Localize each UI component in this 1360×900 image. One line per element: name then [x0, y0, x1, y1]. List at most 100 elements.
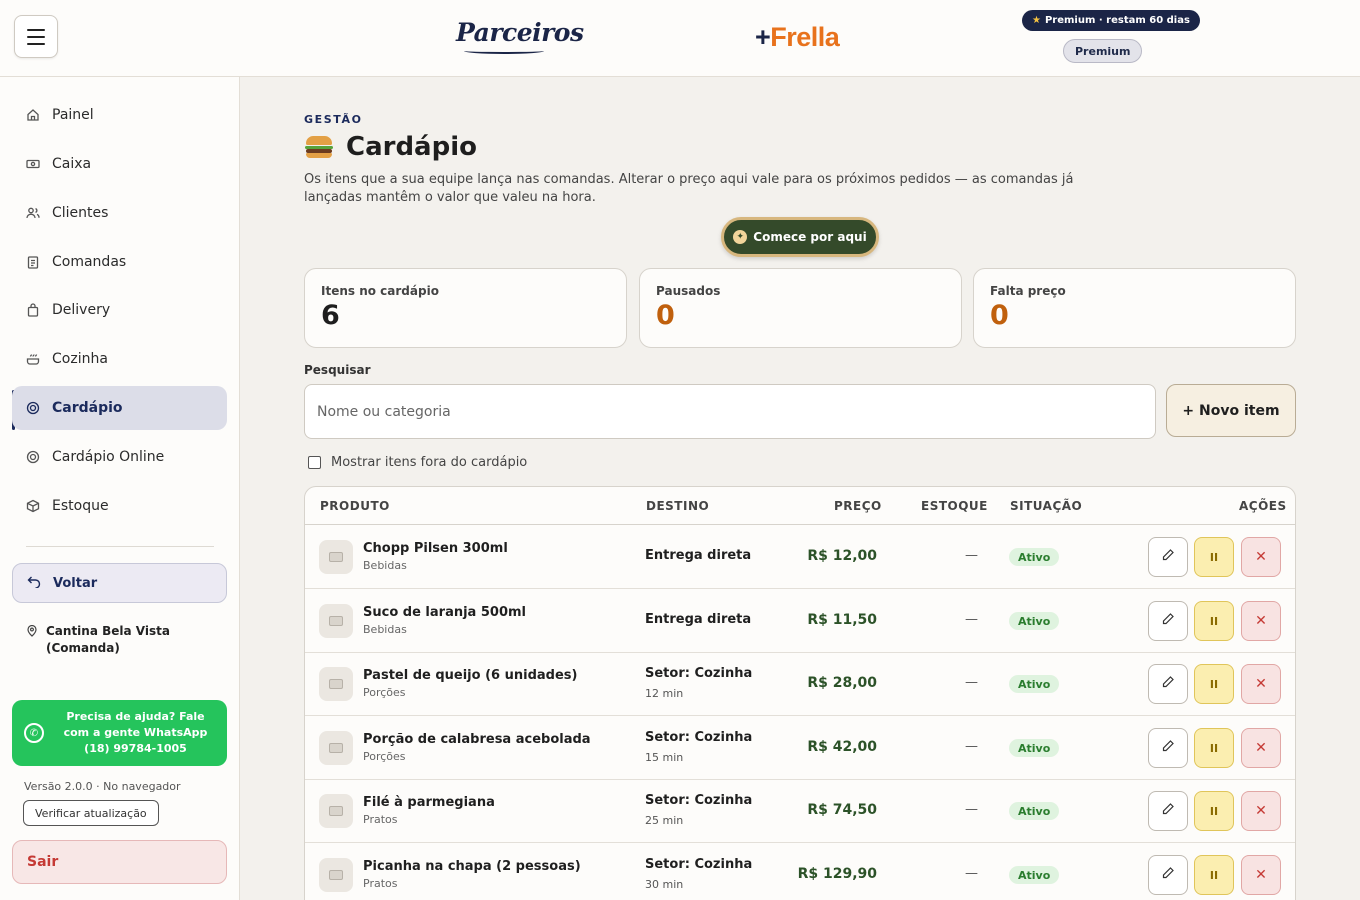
pause-button[interactable]: II: [1194, 791, 1234, 831]
close-icon: ✕: [1255, 613, 1267, 629]
home-icon: [26, 108, 40, 122]
logo-swoosh: [464, 48, 544, 54]
sidebar-item-label: Painel: [52, 107, 94, 123]
edit-button[interactable]: [1148, 537, 1188, 577]
show-all-toggle[interactable]: Mostrar itens fora do cardápio: [308, 455, 527, 470]
sidebar-item-label: Cardápio Online: [52, 449, 165, 465]
delete-button[interactable]: ✕: [1241, 601, 1281, 641]
pause-button[interactable]: II: [1194, 601, 1234, 641]
new-item-button[interactable]: + Novo item: [1166, 384, 1296, 437]
sidebar-divider: [26, 546, 214, 547]
status-badge: Ativo: [1009, 612, 1060, 630]
stat-label: Itens no cardápio: [321, 284, 439, 298]
column-header-destino[interactable]: DESTINO: [646, 499, 709, 513]
sidebar-item-cozinha[interactable]: Cozinha: [12, 337, 227, 381]
delete-button[interactable]: ✕: [1241, 728, 1281, 768]
stat-card-items: Itens no cardápio 6: [304, 268, 627, 348]
delete-button[interactable]: ✕: [1241, 664, 1281, 704]
table-row[interactable]: Filé à parmegiana Pratos Setor: Cozinha …: [305, 779, 1295, 843]
edit-button[interactable]: [1148, 855, 1188, 895]
product-name: Filé à parmegiana: [363, 795, 495, 810]
sidebar-item-comandas[interactable]: Comandas: [12, 240, 227, 284]
back-button[interactable]: Voltar: [12, 563, 227, 603]
product-stock: —: [965, 675, 978, 690]
show-all-label: Mostrar itens fora do cardápio: [331, 455, 528, 470]
pause-button[interactable]: II: [1194, 664, 1234, 704]
status-badge: Ativo: [1009, 548, 1060, 566]
column-header-situacao[interactable]: SITUAÇÃO: [1010, 499, 1082, 513]
column-header-produto[interactable]: PRODUTO: [320, 499, 390, 513]
sidebar-item-painel[interactable]: Painel: [12, 93, 227, 137]
pause-button[interactable]: II: [1194, 728, 1234, 768]
delete-button[interactable]: ✕: [1241, 855, 1281, 895]
product-destination: Entrega direta: [645, 548, 752, 563]
table-row[interactable]: Pastel de queijo (6 unidades) Porções Se…: [305, 652, 1295, 716]
table-row[interactable]: Picanha na chapa (2 pessoas) Pratos Seto…: [305, 843, 1295, 900]
clipboard-icon: [26, 255, 40, 269]
sidebar-item-caixa[interactable]: Caixa: [12, 142, 227, 186]
pencil-icon: [1161, 675, 1175, 693]
product-name: Pastel de queijo (6 unidades): [363, 668, 578, 683]
sidebar-item-label: Delivery: [52, 302, 111, 318]
sidebar-item-cardapio-online[interactable]: Cardápio Online: [12, 435, 227, 479]
version-text: Versão 2.0.0 · No navegador: [24, 780, 181, 793]
users-icon: [26, 206, 40, 220]
sidebar: Painel Caixa Clientes Comandas Delivery …: [0, 77, 240, 900]
star-icon: ★: [1032, 15, 1041, 26]
table-row[interactable]: Chopp Pilsen 300ml Bebidas Entrega diret…: [305, 525, 1295, 589]
bag-icon: [26, 303, 40, 317]
delete-button[interactable]: ✕: [1241, 537, 1281, 577]
burger-icon: [304, 134, 334, 160]
logout-button[interactable]: Sair: [12, 840, 227, 884]
sidebar-item-estoque[interactable]: Estoque: [12, 484, 227, 528]
edit-button[interactable]: [1148, 728, 1188, 768]
column-header-acoes: AÇÕES: [1239, 499, 1287, 513]
pause-icon: II: [1209, 804, 1219, 818]
edit-button[interactable]: [1148, 601, 1188, 641]
table-row[interactable]: Porção de calabresa acebolada Porções Se…: [305, 716, 1295, 780]
sidebar-item-label: Estoque: [52, 498, 109, 514]
help-text: Precisa de ajuda? Fale com a gente Whats…: [63, 710, 208, 755]
premium-status-pill[interactable]: ★ Premium · restam 60 dias: [1022, 10, 1200, 31]
status-badge: Ativo: [1009, 866, 1060, 884]
premium-badge[interactable]: Premium: [1063, 39, 1143, 63]
compass-icon: ✦: [733, 230, 748, 244]
edit-button[interactable]: [1148, 664, 1188, 704]
pause-button[interactable]: II: [1194, 855, 1234, 895]
search-label: Pesquisar: [304, 363, 371, 377]
whatsapp-help-button[interactable]: ✆ Precisa de ajuda? Fale com a gente Wha…: [12, 700, 227, 766]
pause-button[interactable]: II: [1194, 537, 1234, 577]
sidebar-item-clientes[interactable]: Clientes: [12, 191, 227, 235]
product-price: R$ 28,00: [807, 675, 877, 691]
sidebar-item-label: Comandas: [52, 254, 127, 270]
status-badge: Ativo: [1009, 802, 1060, 820]
product-image-placeholder: [319, 858, 353, 892]
pencil-icon: [1161, 866, 1175, 884]
product-price: R$ 11,50: [807, 612, 877, 628]
page-description: Os itens que a sua equipe lança nas coma…: [304, 172, 1074, 205]
box-icon: [26, 499, 40, 513]
status-badge: Ativo: [1009, 739, 1060, 757]
frella-logo-text: Frella: [770, 22, 840, 52]
column-header-estoque[interactable]: ESTOQUE: [921, 499, 988, 513]
pause-icon: II: [1209, 868, 1219, 882]
table-row[interactable]: Suco de laranja 500ml Bebidas Entrega di…: [305, 589, 1295, 653]
column-header-preco[interactable]: PREÇO: [834, 499, 882, 513]
sidebar-item-delivery[interactable]: Delivery: [12, 288, 227, 332]
show-all-checkbox[interactable]: [308, 456, 321, 469]
start-here-button[interactable]: ✦ Comece por aqui: [721, 217, 879, 257]
delete-button[interactable]: ✕: [1241, 791, 1281, 831]
whatsapp-icon: ✆: [24, 723, 44, 743]
sidebar-item-cardapio[interactable]: Cardápio: [12, 386, 227, 430]
back-label: Voltar: [53, 575, 98, 591]
check-update-button[interactable]: Verificar atualização: [23, 800, 159, 826]
hamburger-menu-button[interactable]: [14, 15, 58, 58]
sidebar-item-label: Caixa: [52, 156, 92, 172]
edit-button[interactable]: [1148, 791, 1188, 831]
product-category: Bebidas: [363, 623, 407, 636]
product-price: R$ 42,00: [807, 739, 877, 755]
search-input[interactable]: [304, 384, 1156, 439]
page-title-text: Cardápio: [346, 132, 477, 162]
product-stock: —: [965, 802, 978, 817]
frella-logo-plus: +: [755, 22, 771, 52]
